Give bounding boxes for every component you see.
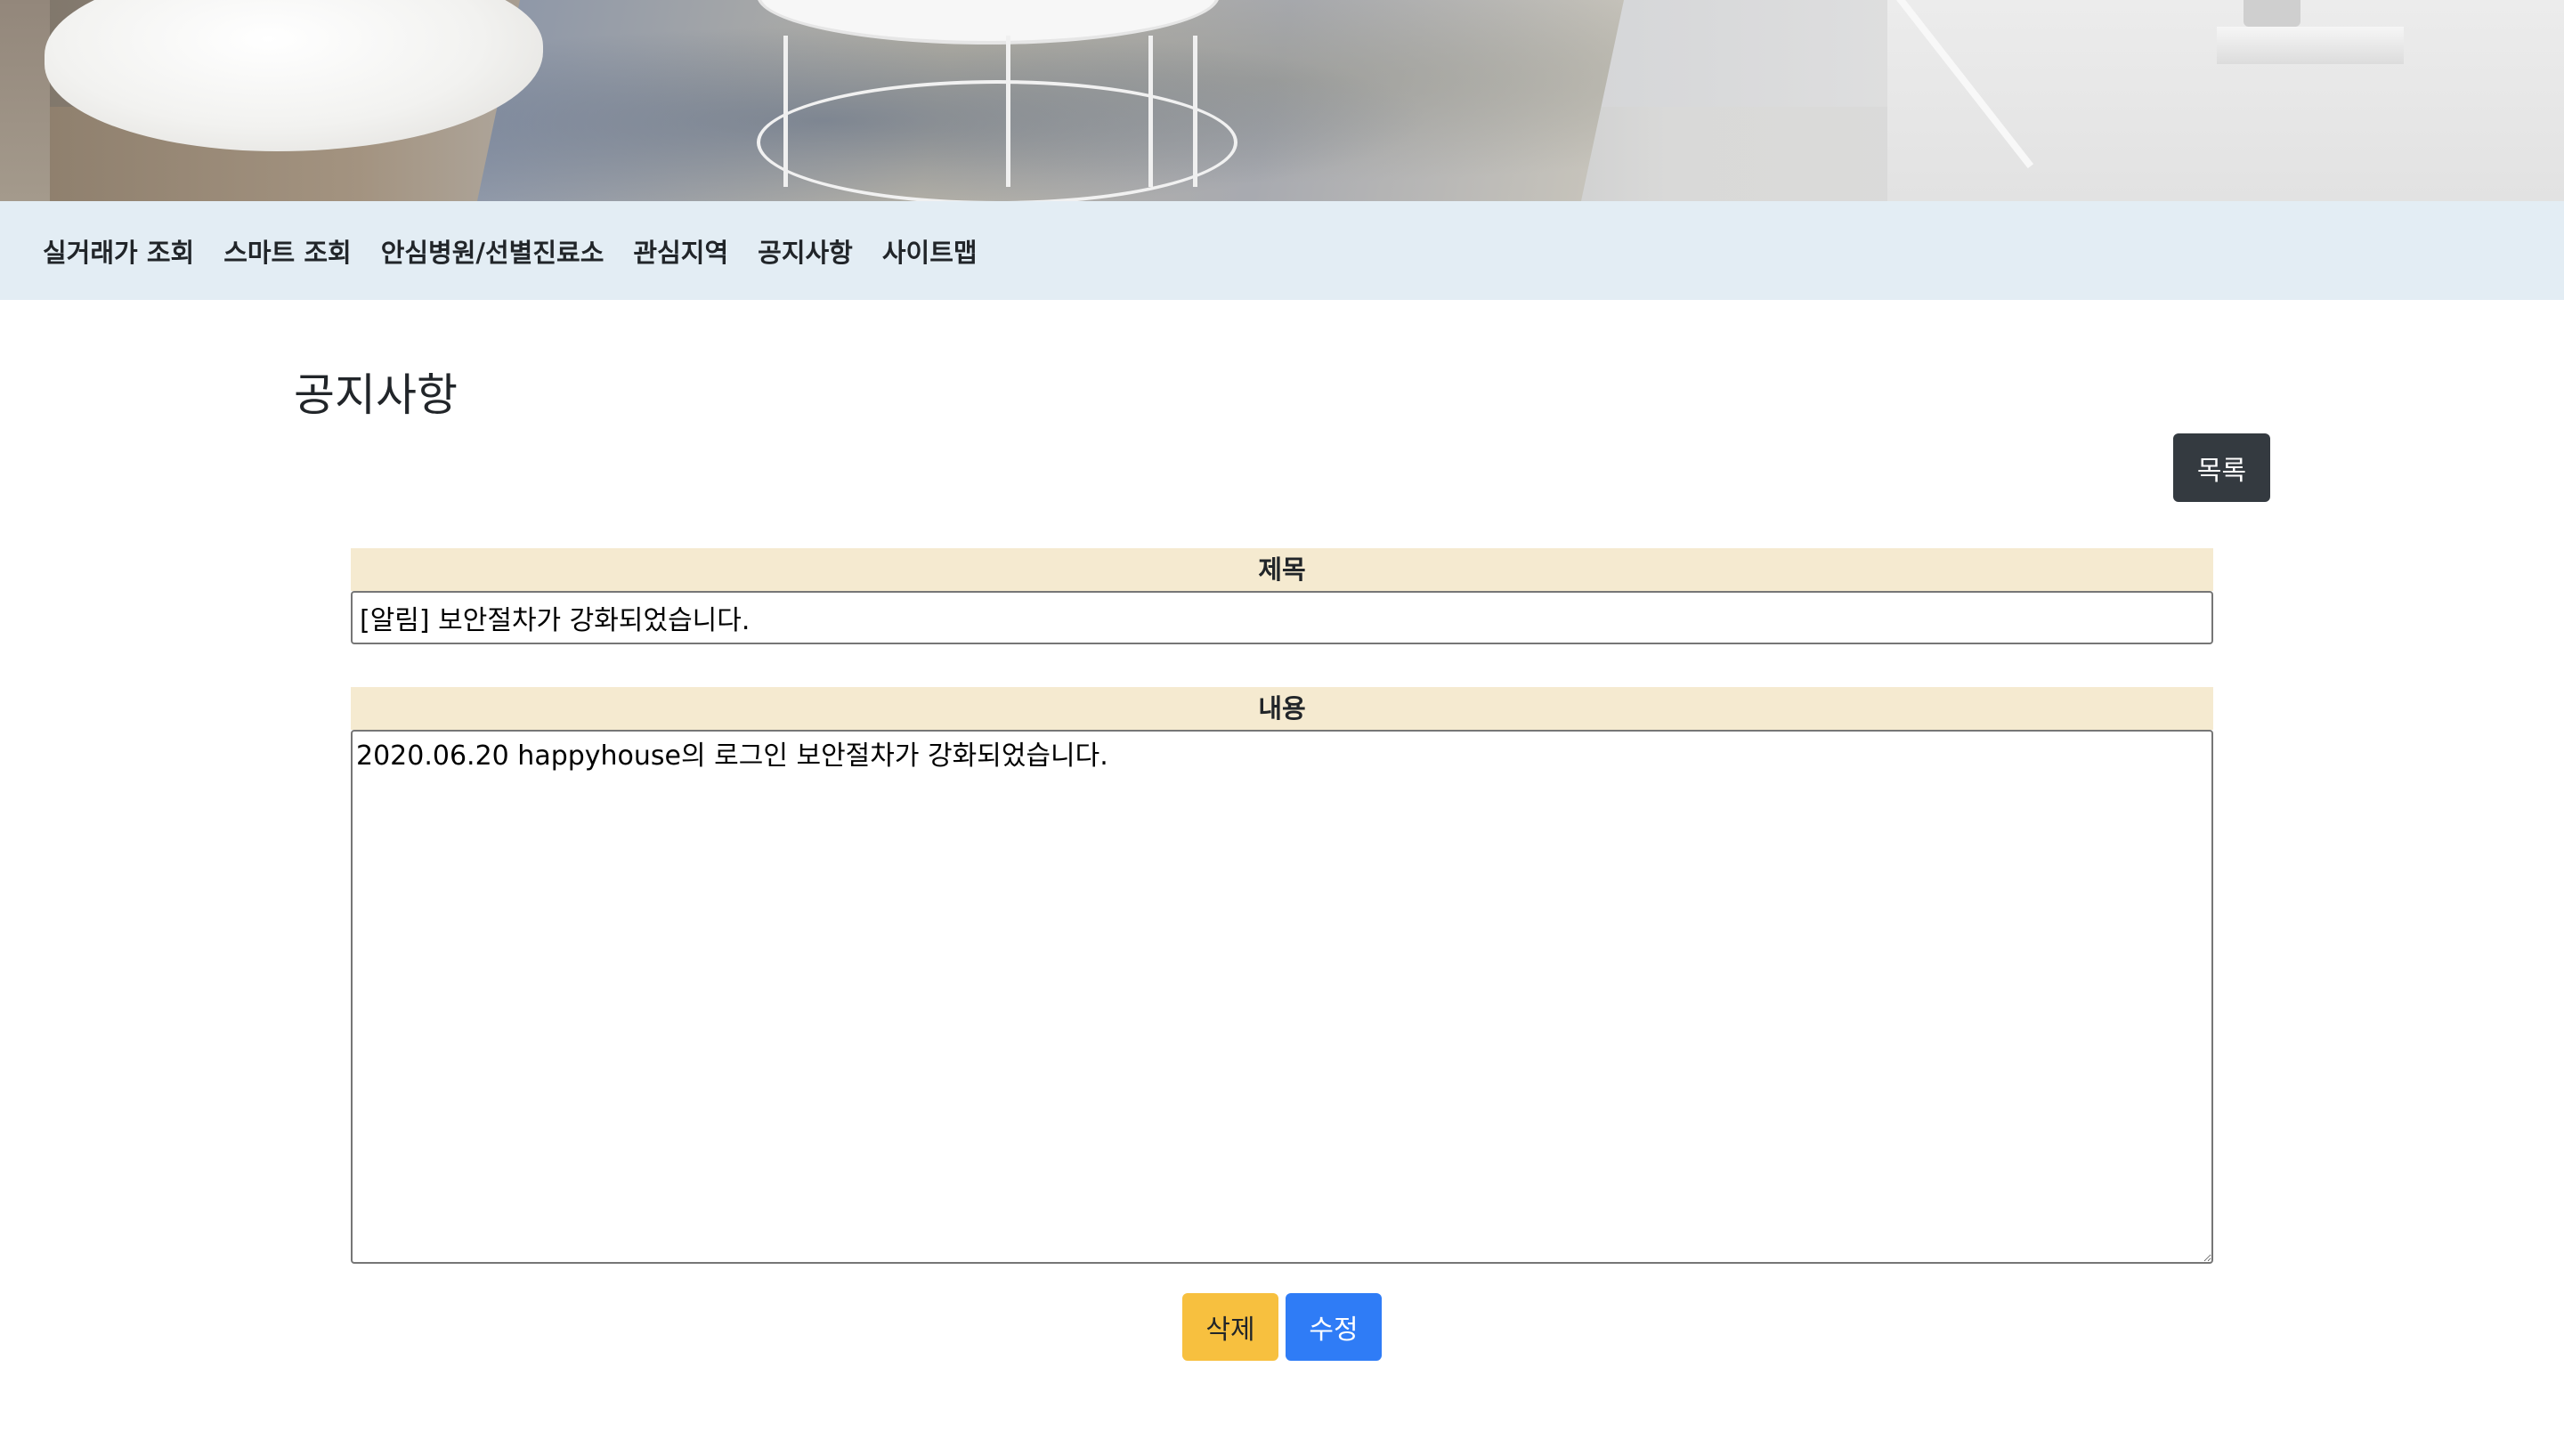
banner-shelf-object	[2244, 0, 2300, 27]
banner-table-leg	[783, 36, 788, 187]
edit-button[interactable]: 수정	[1286, 1293, 1382, 1361]
page-title: 공지사항	[294, 369, 458, 421]
banner-wood-edge	[0, 0, 50, 201]
nav-item-interest-area[interactable]: 관심지역	[633, 232, 728, 270]
title-input[interactable]	[351, 591, 2213, 644]
nav-item-safe-hospital[interactable]: 안심병원/선별진료소	[381, 232, 604, 270]
delete-button[interactable]: 삭제	[1182, 1293, 1278, 1361]
content-textarea[interactable]: 2020.06.20 happyhouse의 로그인 보안절차가 강화되었습니다…	[351, 730, 2213, 1264]
banner-table-ring	[757, 80, 1237, 201]
banner-shelf	[2217, 27, 2404, 64]
main-nav: 실거래가 조회 스마트 조회 안심병원/선별진료소 관심지역 공지사항 사이트맵	[0, 201, 2564, 300]
nav-item-sitemap[interactable]: 사이트맵	[882, 232, 978, 270]
nav-item-smart-search[interactable]: 스마트 조회	[223, 232, 352, 270]
hero-banner-image	[0, 0, 2564, 201]
nav-item-notice[interactable]: 공지사항	[758, 232, 853, 270]
list-button[interactable]: 목록	[2173, 433, 2270, 502]
banner-table-leg	[1148, 36, 1153, 187]
content-label: 내용	[351, 687, 2213, 730]
banner-table-leg	[1193, 36, 1197, 187]
banner-table-leg	[1006, 36, 1010, 187]
title-label: 제목	[351, 548, 2213, 591]
nav-item-real-price[interactable]: 실거래가 조회	[43, 232, 194, 270]
